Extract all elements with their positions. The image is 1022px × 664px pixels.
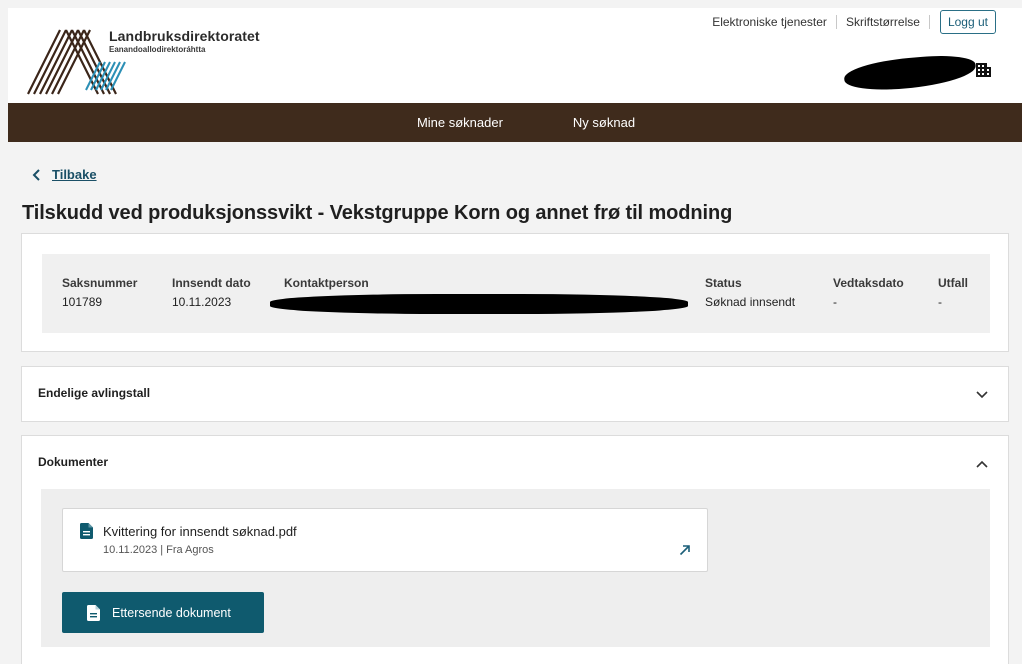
field-value: Søknad innsendt bbox=[705, 295, 796, 309]
case-summary-card: Saksnummer 101789 Innsendt dato 10.11.20… bbox=[21, 233, 1009, 352]
logout-button[interactable]: Logg ut bbox=[939, 10, 996, 34]
redacted-username bbox=[842, 52, 978, 94]
page-title: Tilskudd ved produksjonssvikt - Vekstgru… bbox=[22, 202, 733, 224]
document-name: Kvittering for innsendt søknad.pdf bbox=[103, 524, 297, 539]
decision-date-field: Vedtaksdato - bbox=[833, 276, 904, 309]
field-label: Status bbox=[705, 276, 742, 290]
org-subtitle: Eanandoallodirektoráhtta bbox=[109, 45, 206, 54]
document-icon bbox=[80, 523, 93, 539]
document-meta: 10.11.2023 | Fra Agros bbox=[103, 544, 214, 556]
accordion-documents: Dokumenter Kvittering for innsendt søkna… bbox=[21, 435, 1009, 664]
chevron-down-icon bbox=[976, 391, 988, 399]
document-item[interactable]: Kvittering for innsendt søknad.pdf 10.11… bbox=[62, 508, 708, 572]
contact-person-field: Kontaktperson bbox=[284, 276, 369, 295]
case-number-field: Saksnummer 101789 bbox=[62, 276, 137, 309]
field-value: 10.11.2023 bbox=[172, 295, 232, 309]
submitted-date-field: Innsendt dato 10.11.2023 bbox=[172, 276, 251, 309]
field-label: Vedtaksdato bbox=[833, 276, 904, 290]
field-label: Utfall bbox=[938, 276, 968, 290]
outcome-field: Utfall - bbox=[938, 276, 968, 309]
field-label: Saksnummer bbox=[62, 276, 138, 290]
case-summary: Saksnummer 101789 Innsendt dato 10.11.20… bbox=[42, 254, 990, 333]
divider bbox=[928, 15, 930, 29]
chevron-left-icon bbox=[32, 168, 40, 181]
back-link-label: Tilbake bbox=[52, 167, 97, 182]
document-date: 10.11.2023 bbox=[103, 544, 158, 556]
chevron-up-icon[interactable] bbox=[976, 460, 988, 468]
main-nav: Mine søknader Ny søknad bbox=[8, 103, 1022, 142]
documents-panel: Kvittering for innsendt søknad.pdf 10.11… bbox=[41, 489, 990, 647]
org-name: Landbruksdirektoratet bbox=[109, 28, 260, 44]
field-label: Kontaktperson bbox=[284, 276, 369, 290]
accordion-title[interactable]: Dokumenter bbox=[38, 455, 108, 469]
nav-my-applications[interactable]: Mine søknader bbox=[395, 115, 503, 130]
field-label: Innsendt dato bbox=[172, 276, 251, 290]
document-source: Fra Agros bbox=[166, 544, 214, 556]
external-link-icon[interactable] bbox=[679, 544, 691, 556]
back-link[interactable]: Tilbake bbox=[32, 167, 97, 182]
field-value: - bbox=[833, 295, 837, 309]
user-menu[interactable] bbox=[842, 52, 994, 94]
site-header: Landbruksdirektoratet Eanandoallodirekto… bbox=[8, 8, 1022, 103]
building-icon bbox=[976, 63, 991, 77]
font-size-link[interactable]: Skriftstørrelse bbox=[837, 15, 929, 29]
status-field: Status Søknad innsendt bbox=[705, 276, 795, 309]
upload-document-button[interactable]: Ettersende dokument bbox=[62, 592, 264, 633]
meta-separator: | bbox=[160, 544, 164, 556]
field-value: - bbox=[938, 295, 942, 309]
upload-document-label: Ettersende dokument bbox=[112, 605, 231, 620]
electronic-services-link[interactable]: Elektroniske tjenester bbox=[703, 15, 836, 29]
redacted-contact-person bbox=[270, 294, 688, 314]
accordion-final-yields[interactable]: Endelige avlingstall bbox=[21, 366, 1009, 422]
accordion-title: Endelige avlingstall bbox=[38, 386, 151, 400]
nav-new-application[interactable]: Ny søknad bbox=[551, 115, 635, 130]
top-links: Elektroniske tjenester Skriftstørrelse L… bbox=[703, 10, 996, 34]
field-value: 101789 bbox=[62, 295, 103, 309]
document-icon bbox=[87, 604, 100, 621]
